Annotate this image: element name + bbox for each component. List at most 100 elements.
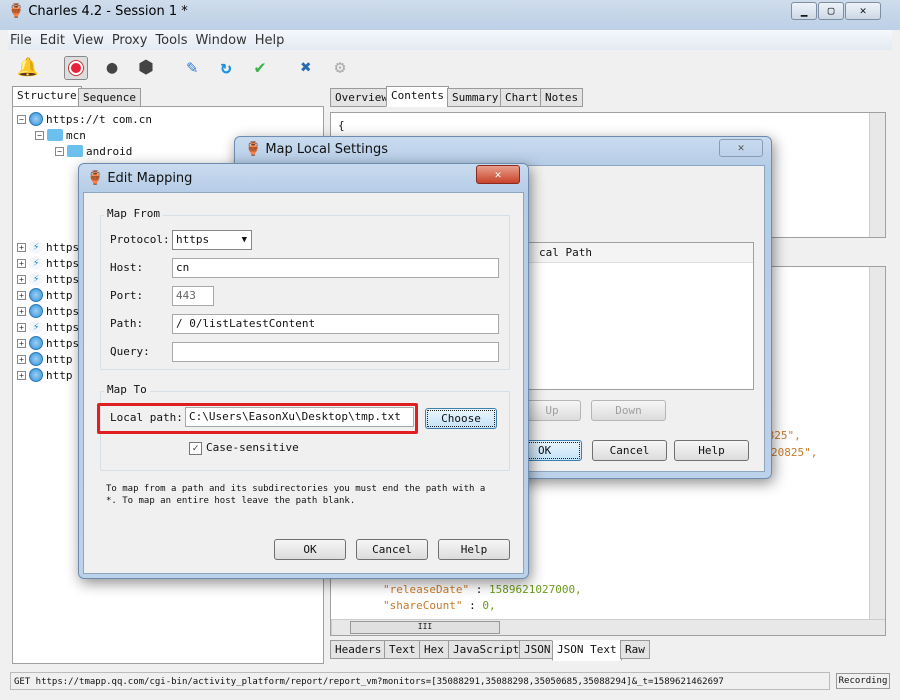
tab-text[interactable]: Text	[384, 640, 421, 659]
tab-contents[interactable]: Contents	[386, 86, 449, 107]
tab-hex[interactable]: Hex	[419, 640, 449, 659]
vertical-scrollbar[interactable]	[869, 113, 885, 237]
local-path-label: Local path:	[110, 411, 183, 424]
menu-file[interactable]: File	[10, 33, 32, 48]
menu-window[interactable]: Window	[195, 33, 246, 48]
cancel-button[interactable]: Cancel	[356, 539, 428, 560]
globe-icon	[29, 304, 43, 318]
tab-raw[interactable]: Raw	[620, 640, 650, 659]
ok-button[interactable]: OK	[274, 539, 346, 560]
tree-host[interactable]: + ⚡ https	[17, 255, 79, 271]
vertical-scrollbar[interactable]	[869, 267, 885, 619]
menu-tools[interactable]: Tools	[155, 33, 187, 48]
minimize-button[interactable]: ▁	[791, 2, 817, 20]
tab-structure[interactable]: Structure	[12, 86, 82, 107]
expand-icon[interactable]: +	[17, 338, 26, 348]
tab-notes[interactable]: Notes	[540, 88, 584, 107]
dialog-title: 🏺 Map Local Settings	[245, 142, 389, 157]
expand-icon[interactable]: +	[17, 290, 26, 300]
tree-host[interactable]: + https	[17, 303, 79, 319]
tab-json-text[interactable]: JSON Text	[552, 640, 622, 661]
json-line: "shareCount" : 0,	[383, 599, 496, 612]
tree-host[interactable]: + ⚡ https	[17, 319, 79, 335]
host-label: Host:	[110, 261, 144, 274]
tab-overview[interactable]: Overview	[330, 88, 393, 107]
close-button[interactable]: ✕	[845, 2, 881, 20]
expand-icon[interactable]: +	[17, 322, 26, 332]
tab-javascript[interactable]: JavaScript	[448, 640, 525, 659]
check-icon[interactable]: ✔	[248, 56, 272, 80]
up-button[interactable]: Up	[523, 400, 581, 421]
menu-proxy[interactable]: Proxy	[112, 33, 148, 48]
expand-icon[interactable]: +	[17, 242, 26, 252]
scroll-thumb[interactable]: III	[350, 621, 500, 634]
globe-icon	[29, 368, 43, 382]
path-input[interactable]: / 0/listLatestContent	[172, 314, 499, 334]
expand-icon[interactable]: +	[17, 258, 26, 268]
tree-host[interactable]: + ⚡ https	[17, 239, 79, 255]
gear-icon[interactable]: ⚙	[328, 56, 352, 80]
tab-headers[interactable]: Headers	[330, 640, 387, 659]
tree-folder-android[interactable]: − android	[55, 143, 132, 159]
help-button[interactable]: Help	[438, 539, 510, 560]
chevron-down-icon: ▼	[241, 235, 247, 245]
tree-root[interactable]: − https://t com.cn	[17, 111, 152, 127]
recording-status[interactable]: Recording	[836, 673, 890, 689]
folder-icon	[47, 129, 63, 141]
protocol-label: Protocol:	[110, 233, 170, 246]
tab-summary[interactable]: Summary	[447, 88, 504, 107]
host-label: https	[46, 272, 80, 286]
host-label: https	[46, 336, 80, 350]
host-label: http	[46, 288, 73, 302]
tab-chart[interactable]: Chart	[500, 88, 544, 107]
port-input[interactable]: 443	[172, 286, 214, 306]
tree-host[interactable]: + http	[17, 287, 73, 303]
close-button[interactable]: ✕	[476, 165, 520, 184]
horizontal-scrollbar[interactable]: III	[331, 619, 885, 635]
case-sensitive-checkbox[interactable]: ✓	[189, 442, 202, 455]
broom-icon[interactable]: 🔔	[16, 56, 40, 80]
status-bar: GET https://tmapp.qq.com/cgi-bin/activit…	[10, 672, 830, 690]
lightning-icon: ⚡	[29, 272, 43, 286]
turtle-icon[interactable]: ●	[100, 56, 124, 80]
tree-host[interactable]: + http	[17, 351, 73, 367]
globe-icon	[29, 352, 43, 366]
tree-host[interactable]: + http	[17, 367, 73, 383]
protocol-select[interactable]: https ▼	[172, 230, 252, 250]
globe-icon	[29, 112, 43, 126]
cancel-button[interactable]: Cancel	[592, 440, 667, 461]
lightning-icon: ⚡	[29, 320, 43, 334]
down-button[interactable]: Down	[591, 400, 666, 421]
expand-icon[interactable]: +	[17, 354, 26, 364]
lightning-icon: ⚡	[29, 256, 43, 270]
window-title: 🏺 Charles 4.2 - Session 1 *	[8, 4, 188, 19]
maximize-button[interactable]: ▢	[818, 2, 844, 20]
host-label: http	[46, 352, 73, 366]
menu-view[interactable]: View	[73, 33, 104, 48]
tab-json[interactable]: JSON	[519, 640, 556, 659]
expand-icon[interactable]: +	[17, 306, 26, 316]
record-icon[interactable]	[64, 56, 88, 80]
help-button[interactable]: Help	[674, 440, 749, 461]
expand-icon[interactable]: +	[17, 370, 26, 380]
globe-icon	[29, 336, 43, 350]
tree-host[interactable]: + https	[17, 335, 79, 351]
menu-edit[interactable]: Edit	[40, 33, 65, 48]
refresh-icon[interactable]: ↻	[214, 56, 238, 80]
menu-help[interactable]: Help	[255, 33, 285, 48]
expand-icon[interactable]: +	[17, 274, 26, 284]
pen-icon[interactable]: ✎	[180, 56, 204, 80]
json-fragment: 20825",	[771, 446, 818, 459]
query-input[interactable]	[172, 342, 499, 362]
json-line: "releaseDate" : 1589621027000,	[383, 583, 582, 596]
tools-icon[interactable]: ✖	[294, 56, 318, 80]
host-input[interactable]: cn	[172, 258, 499, 278]
map-from-legend: Map From	[104, 207, 163, 220]
choose-button[interactable]: Choose	[425, 408, 497, 429]
stop-icon[interactable]: ⬢	[134, 56, 158, 80]
close-button[interactable]: ✕	[719, 139, 763, 157]
tree-host[interactable]: + ⚡ https	[17, 271, 79, 287]
tree-folder-mcn[interactable]: − mcn	[35, 127, 86, 143]
local-path-input[interactable]: C:\Users\EasonXu\Desktop\tmp.txt	[185, 407, 414, 427]
tab-sequence[interactable]: Sequence	[78, 88, 141, 107]
